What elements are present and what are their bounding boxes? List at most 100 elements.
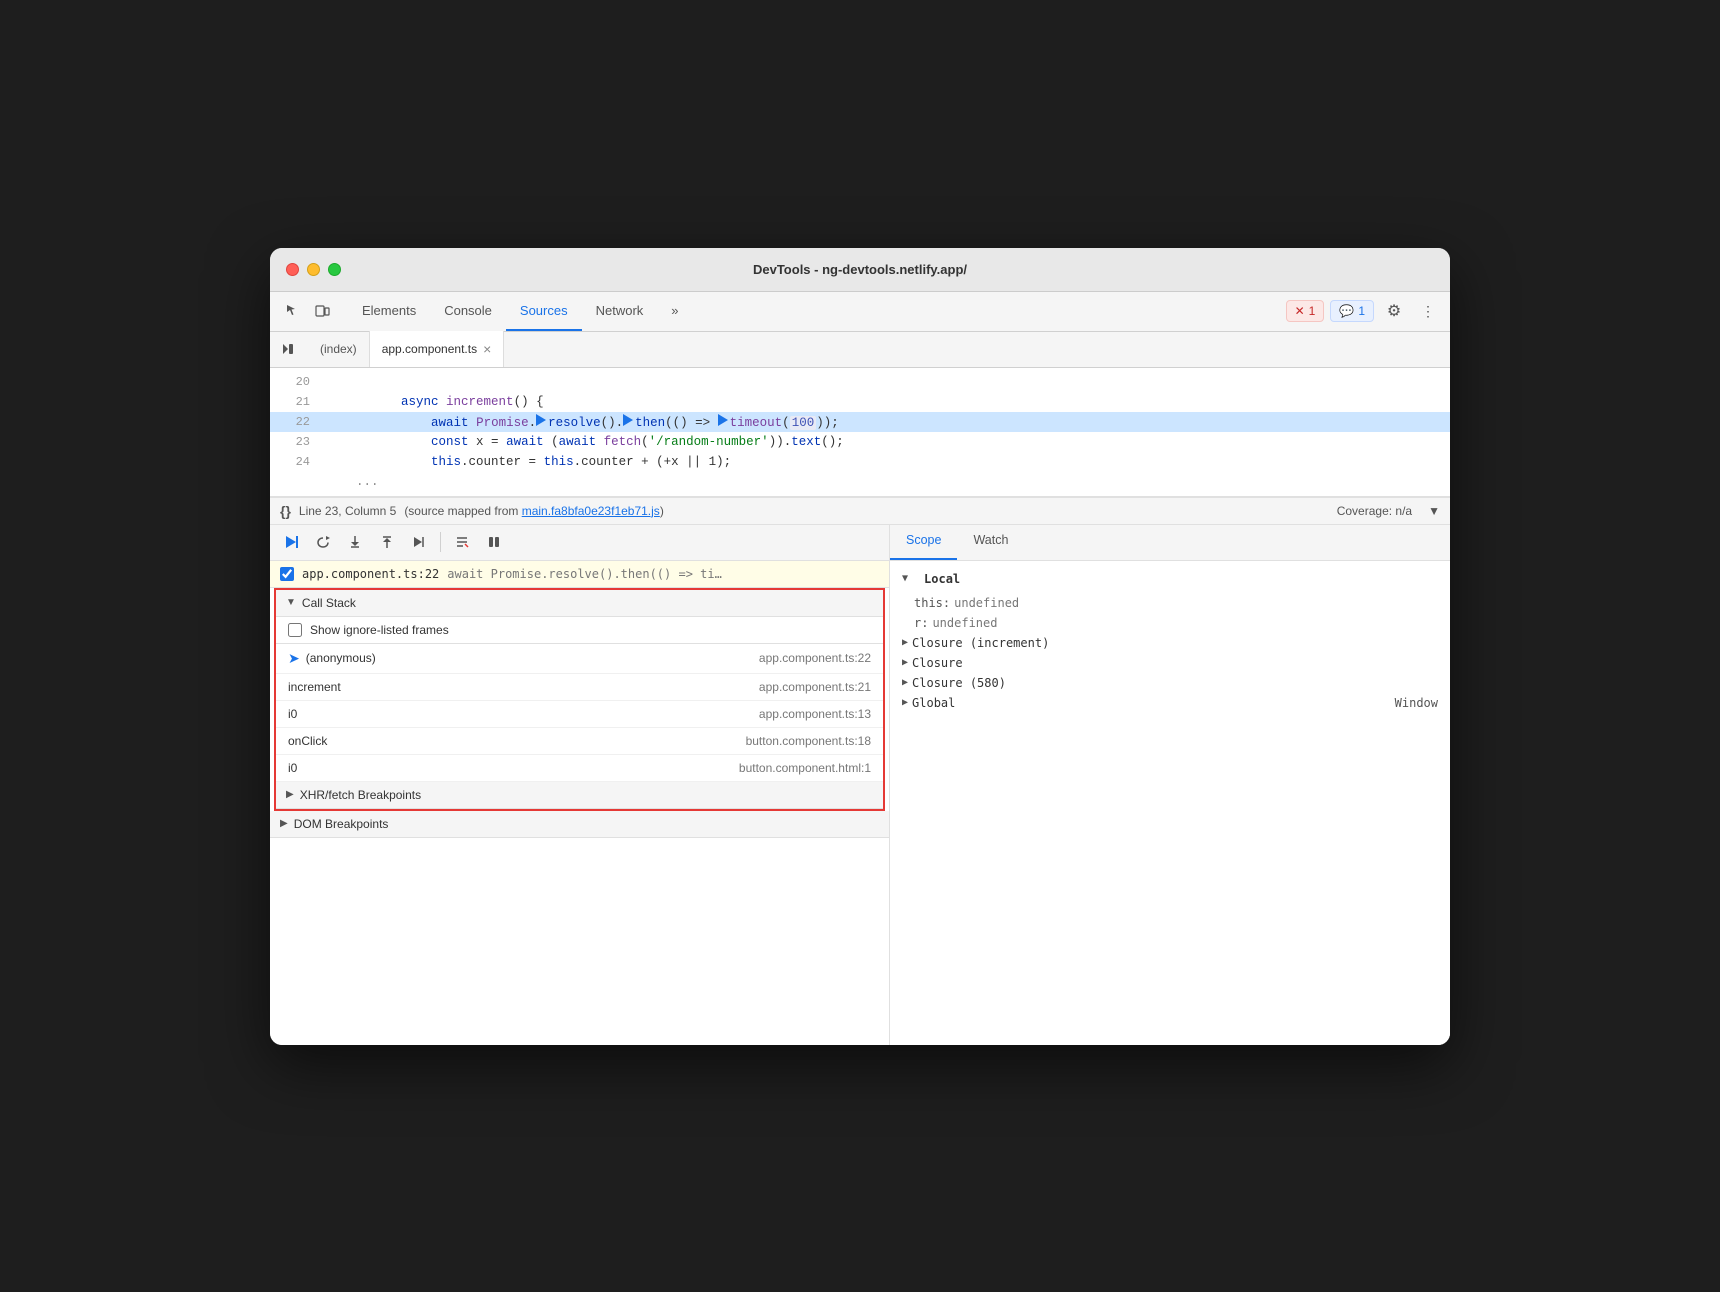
closure-plain-label: Closure [912,656,963,670]
app-component-tab[interactable]: app.component.ts × [370,331,505,367]
file-tabs-bar: (index) app.component.ts × [270,332,1450,368]
global-label: Global [912,696,955,710]
ignore-frames-checkbox[interactable] [288,623,302,637]
devtools-window: DevTools - ng-devtools.netlify.app/ Elem… [270,248,1450,1045]
code-content-24: this.counter = this.counter + (+x || 1); [326,441,731,483]
closure-plain[interactable]: ▶ Closure [890,653,1450,673]
panel-toggle-button[interactable] [274,335,302,363]
call-stack-item-2-left: i0 [288,707,297,721]
titlebar: DevTools - ng-devtools.netlify.app/ [270,248,1450,292]
tab-console[interactable]: Console [430,291,506,331]
global-arrow-icon: ▶ [902,697,908,708]
closure-plain-arrow-icon: ▶ [902,657,908,668]
step-over-button[interactable] [310,529,336,555]
inspect-element-button[interactable] [278,297,306,325]
step-into-button[interactable] [342,529,368,555]
call-stack-item-0[interactable]: ➤ (anonymous) app.component.ts:22 [276,644,883,674]
closure-increment-arrow-icon: ▶ [902,637,908,648]
active-frame-arrow-icon: ➤ [288,650,300,667]
deactivate-breakpoints-button[interactable] [449,529,475,555]
format-button[interactable]: {} [280,503,291,519]
close-tab-icon[interactable]: × [483,342,491,356]
device-mode-button[interactable] [308,297,336,325]
toolbar-right: ✕ 1 💬 1 ⚙ ⋮ [1286,297,1442,325]
frame-1-location: app.component.ts:21 [759,680,871,694]
scope-section: ▼ Local this: undefined r: undefined ▶ [890,561,1450,717]
local-label: Local [912,568,972,590]
closure-580[interactable]: ▶ Closure (580) [890,673,1450,693]
traffic-lights [286,263,341,276]
code-editor: 20 21 async increment() { 22 await Promi… [270,368,1450,497]
source-map-prefix: (source mapped from [404,504,521,518]
frame-4-name: i0 [288,761,297,775]
frame-3-name: onClick [288,734,327,748]
index-tab-label: (index) [320,342,357,356]
close-button[interactable] [286,263,299,276]
local-scope-header[interactable]: ▼ Local [890,565,1450,593]
call-stack-header[interactable]: ▼ Call Stack [276,590,883,617]
tab-sources[interactable]: Sources [506,291,582,331]
call-stack-item-2[interactable]: i0 app.component.ts:13 [276,701,883,728]
index-tab[interactable]: (index) [308,331,370,367]
app-component-tab-label: app.component.ts [382,342,477,356]
call-stack-label: Call Stack [302,596,356,610]
frame-2-location: app.component.ts:13 [759,707,871,721]
error-count: 1 [1309,304,1316,318]
scope-this: this: undefined [890,593,1450,613]
nav-tabs: Elements Console Sources Network » [348,291,693,331]
frame-1-name: increment [288,680,341,694]
call-stack-item-4-left: i0 [288,761,297,775]
maximize-button[interactable] [328,263,341,276]
call-stack-item-1-left: increment [288,680,341,694]
line-num-22: 22 [278,415,310,429]
scope-r-value: undefined [932,616,997,630]
closure-increment[interactable]: ▶ Closure (increment) [890,633,1450,653]
debugger-area: app.component.ts:22 await Promise.resolv… [270,525,1450,1045]
call-stack-section: ▼ Call Stack Show ignore-listed frames ➤… [274,588,885,811]
tab-watch[interactable]: Watch [957,525,1024,560]
error-badge[interactable]: ✕ 1 [1286,300,1325,322]
tab-more[interactable]: » [657,291,692,331]
window-title: DevTools - ng-devtools.netlify.app/ [753,262,967,277]
pause-exceptions-button[interactable] [481,529,507,555]
global-value: Window [1395,696,1438,710]
frame-2-name: i0 [288,707,297,721]
breakpoint-row: app.component.ts:22 await Promise.resolv… [270,561,889,588]
call-stack-item-4[interactable]: i0 button.component.html:1 [276,755,883,782]
main-area: 20 21 async increment() { 22 await Promi… [270,368,1450,1045]
global-scope[interactable]: ▶ Global Window [890,693,1450,713]
step-out-button[interactable] [374,529,400,555]
tab-network[interactable]: Network [582,291,658,331]
closure-increment-label: Closure (increment) [912,636,1049,650]
settings-button[interactable]: ⚙ [1380,297,1408,325]
main-toolbar: Elements Console Sources Network » ✕ 1 💬… [270,292,1450,332]
call-stack-item-1[interactable]: increment app.component.ts:21 [276,674,883,701]
xhr-breakpoints-header[interactable]: ▶ XHR/fetch Breakpoints [276,782,883,809]
breakpoint-code: await Promise.resolve().then(() => ti… [447,567,722,581]
info-badge[interactable]: 💬 1 [1330,300,1374,322]
toolbar-icons [278,297,336,325]
step-button[interactable] [406,529,432,555]
breakpoint-label: app.component.ts:22 [302,567,439,581]
frame-4-location: button.component.html:1 [739,761,871,775]
line-num-21: 21 [278,395,310,409]
breakpoint-checkbox[interactable] [280,567,294,581]
dom-breakpoints-header[interactable]: ▶ DOM Breakpoints [270,811,889,838]
info-icon: 💬 [1339,304,1354,318]
debug-divider [440,532,441,552]
resume-button[interactable] [278,529,304,555]
frame-0-location: app.component.ts:22 [759,651,871,665]
xhr-breakpoints-label: XHR/fetch Breakpoints [300,788,421,802]
closure-580-label: Closure (580) [912,676,1006,690]
tab-elements[interactable]: Elements [348,291,430,331]
line-num-24: 24 [278,455,310,469]
scope-r: r: undefined [890,613,1450,633]
more-options-button[interactable]: ⋮ [1414,297,1442,325]
status-dropdown-icon[interactable]: ▼ [1428,504,1440,518]
call-stack-arrow-icon: ▼ [286,597,296,608]
source-map-link[interactable]: main.fa8bfa0e23f1eb71.js [522,504,660,518]
xhr-arrow-icon: ▶ [286,789,294,800]
minimize-button[interactable] [307,263,320,276]
call-stack-item-3[interactable]: onClick button.component.ts:18 [276,728,883,755]
tab-scope[interactable]: Scope [890,525,957,560]
